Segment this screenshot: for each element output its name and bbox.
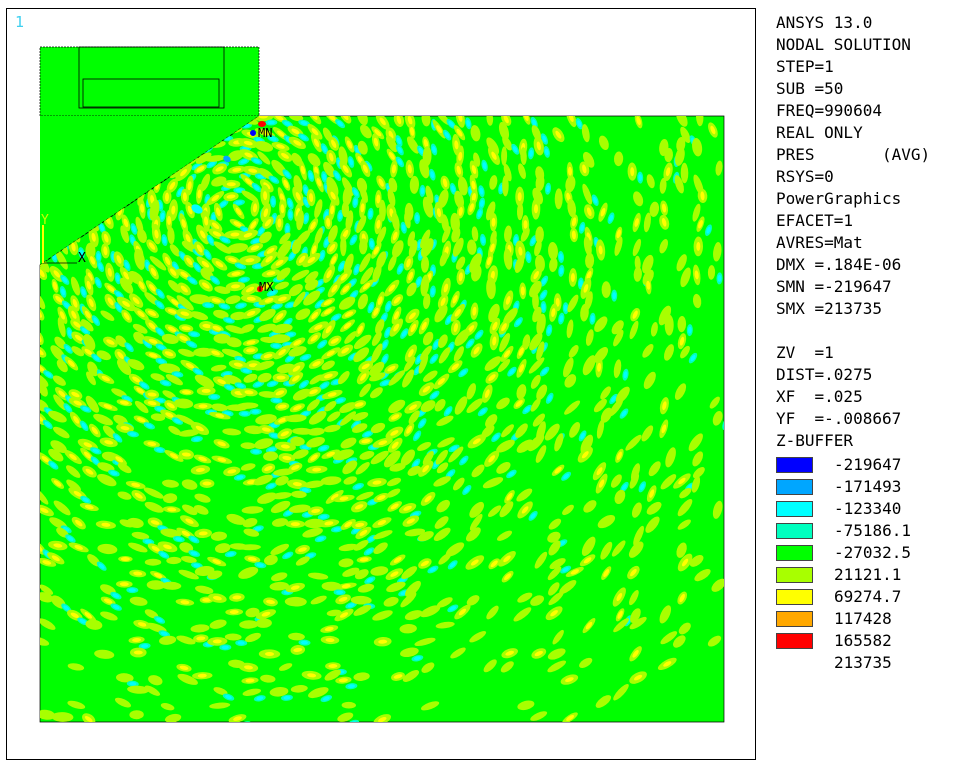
contour-band	[664, 314, 674, 336]
contour-legend: -219647 -171493 -123340 -75186.1 -27032.5 211…	[776, 454, 952, 674]
legend-value: -171493	[834, 477, 902, 496]
info-line: AVRES=Mat	[776, 233, 863, 252]
view-info-line: DIST=.0275	[776, 365, 873, 384]
contour-band	[133, 650, 143, 655]
info-line: SUB =50	[776, 79, 844, 98]
legend-entry: -123340	[776, 498, 952, 520]
legend-swatch	[776, 501, 813, 517]
max-marker: MX	[259, 280, 274, 294]
min-marker: MN	[258, 126, 273, 140]
legend-value: 213735	[834, 653, 892, 672]
contour-band	[226, 182, 236, 187]
legend-value: 21121.1	[834, 565, 902, 584]
info-line: NODAL SOLUTION	[776, 35, 911, 54]
legend-entry: 21121.1	[776, 564, 952, 586]
legend-value: -27032.5	[834, 543, 912, 562]
contour-band	[612, 292, 616, 300]
legend-swatch	[776, 567, 813, 583]
legend-entry: 213735	[776, 652, 952, 674]
info-line: PRES (AVG)	[776, 145, 931, 164]
legend-swatch	[776, 545, 813, 561]
legend-swatch	[776, 633, 813, 649]
info-line: FREQ=990604	[776, 101, 882, 120]
contour-band	[202, 481, 212, 486]
contour-band	[601, 281, 611, 298]
contour-band	[242, 722, 250, 727]
legend-entry: -219647	[776, 454, 952, 476]
info-line: RSYS=0	[776, 167, 834, 186]
legend-value: -219647	[834, 455, 902, 474]
legend-swatch	[776, 479, 813, 495]
view-info-line: Z-BUFFER	[776, 431, 854, 450]
legend-swatch	[776, 523, 813, 539]
graphics-viewport[interactable]: 1 MN MX X Y	[6, 8, 756, 760]
upper-block-region	[39, 46, 260, 117]
info-line: STEP=1	[776, 57, 834, 76]
legend-value: 117428	[834, 609, 892, 628]
legend-swatch	[776, 589, 813, 605]
view-info-line: ZV =1	[776, 343, 834, 362]
legend-entry: -27032.5	[776, 542, 952, 564]
legend-entry: -171493	[776, 476, 952, 498]
legend-value: 165582	[834, 631, 892, 650]
contour-plot[interactable]	[7, 9, 757, 761]
legend-swatch	[776, 457, 813, 473]
legend-value: -75186.1	[834, 521, 912, 540]
info-line: SMN =-219647	[776, 277, 892, 296]
contour-band	[167, 215, 172, 225]
info-line: DMX =.184E-06	[776, 255, 902, 274]
contour-band	[502, 175, 509, 197]
legend-value: 69274.7	[834, 587, 902, 606]
contour-band	[250, 130, 256, 136]
legend-entry: 69274.7	[776, 586, 952, 608]
legend-value: -123340	[834, 499, 902, 518]
legend-entry: -75186.1	[776, 520, 952, 542]
info-line: REAL ONLY	[776, 123, 863, 142]
contour-band	[144, 558, 162, 566]
result-info-panel: ANSYS 13.0 NODAL SOLUTION STEP=1 SUB =50 FRE…	[776, 12, 952, 452]
legend-entry: 165582	[776, 630, 952, 652]
contour-band	[276, 375, 286, 380]
info-line: PowerGraphics	[776, 189, 902, 208]
info-line: ANSYS 13.0	[776, 13, 873, 32]
info-line: SMX =213735	[776, 299, 882, 318]
view-info-line: YF =-.008667	[776, 409, 902, 428]
legend-swatch	[776, 611, 813, 627]
info-line: EFACET=1	[776, 211, 854, 230]
axis-x-label: X	[78, 251, 86, 266]
view-info-line: XF =.025	[776, 387, 863, 406]
legend-entry: 117428	[776, 608, 952, 630]
contour-band	[290, 522, 300, 527]
axis-y-label: Y	[41, 213, 49, 228]
contour-band	[340, 236, 347, 257]
